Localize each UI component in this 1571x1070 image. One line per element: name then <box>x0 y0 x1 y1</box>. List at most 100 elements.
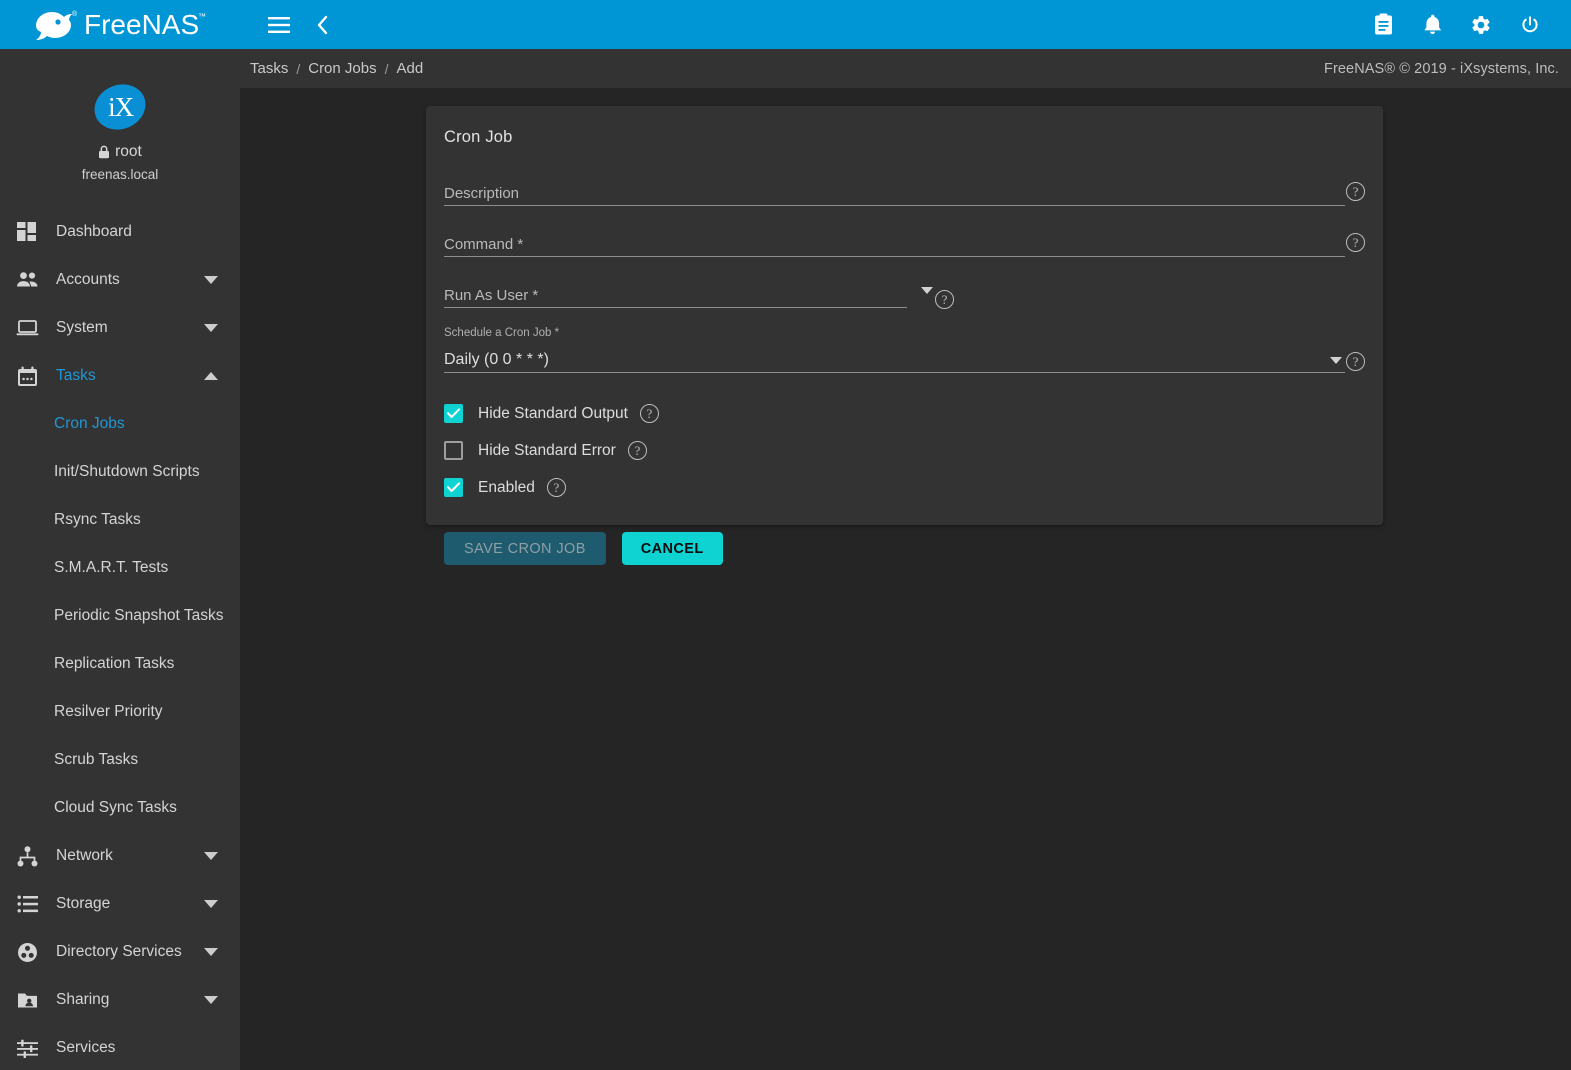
gear-icon[interactable] <box>1466 10 1496 40</box>
sharing-icon <box>14 987 40 1013</box>
field-run-as-user: Run As User * ? <box>444 279 1365 309</box>
sidebar-item-label: Network <box>56 847 113 864</box>
sidebar-subitem-label: Cloud Sync Tasks <box>54 799 177 816</box>
breadcrumb-item-cron-jobs[interactable]: Cron Jobs <box>308 60 376 77</box>
sidebar-subitem-scrub-tasks[interactable]: Scrub Tasks <box>0 736 240 784</box>
description-help-icon[interactable]: ? <box>1346 182 1365 201</box>
cron-job-form-card: Cron Job Description ? Command * ? Run A… <box>426 106 1383 565</box>
description-input[interactable]: Description <box>444 177 1345 206</box>
command-help-icon[interactable]: ? <box>1346 233 1365 252</box>
hide-standard-output-label: Hide Standard Output <box>478 404 628 422</box>
sidebar-item-dashboard[interactable]: Dashboard <box>0 208 240 256</box>
hostname-label: freenas.local <box>81 167 159 182</box>
breadcrumb-separator: / <box>384 60 389 77</box>
sidebar-item-label: Directory Services <box>56 943 182 960</box>
sidebar-item-label: Services <box>56 1039 116 1056</box>
sidebar-item-network[interactable]: Network <box>0 832 240 880</box>
chevron-down-icon[interactable] <box>204 852 218 860</box>
sidebar-item-label: Storage <box>56 895 111 912</box>
network-icon <box>14 843 40 869</box>
hide-standard-output-checkbox[interactable] <box>444 404 463 423</box>
freenas-logo: FreeNAS ™ ® <box>0 0 240 49</box>
save-cron-job-button[interactable]: SAVE CRON JOB <box>444 532 606 565</box>
sidebar-item-label: Dashboard <box>56 223 132 240</box>
enabled-help-icon[interactable]: ? <box>546 478 566 497</box>
sidebar: iX root freenas.local Dashboard Accounts… <box>0 49 240 1070</box>
run-as-user-dropdown-arrow[interactable] <box>921 287 933 294</box>
enabled-label: Enabled <box>478 478 535 496</box>
username-label: root <box>115 143 142 160</box>
sidebar-subitem-rsync-tasks[interactable]: Rsync Tasks <box>0 496 240 544</box>
breadcrumb-item-tasks[interactable]: Tasks <box>250 60 288 77</box>
power-icon[interactable] <box>1515 10 1545 40</box>
sidebar-item-sharing[interactable]: Sharing <box>0 976 240 1024</box>
checkbox-row-enabled: Enabled ? <box>444 469 1365 506</box>
command-label: Command * <box>444 236 524 253</box>
sidebar-subitem-replication-tasks[interactable]: Replication Tasks <box>0 640 240 688</box>
schedule-help-icon[interactable]: ? <box>1346 352 1365 371</box>
sidebar-item-accounts[interactable]: Accounts <box>0 256 240 304</box>
chevron-up-icon[interactable] <box>204 372 218 380</box>
checkbox-group: Hide Standard Output ? Hide Standard Err… <box>444 395 1365 506</box>
schedule-label: Schedule a Cron Job * <box>444 327 560 339</box>
sidebar-subitem-label: Scrub Tasks <box>54 751 139 768</box>
sidebar-item-label: System <box>56 319 108 336</box>
sidebar-subitem-label: Replication Tasks <box>54 655 175 672</box>
hide-standard-output-help-icon[interactable]: ? <box>639 404 659 423</box>
hide-standard-error-help-icon[interactable]: ? <box>627 441 647 460</box>
calendar-icon <box>14 363 40 389</box>
page-title: Cron Job <box>444 128 513 146</box>
breadcrumb-bar: Tasks / Cron Jobs / Add FreeNAS® © 2019 … <box>240 49 1571 88</box>
svg-text:®: ® <box>72 10 78 18</box>
run-as-user-label: Run As User * <box>444 287 539 304</box>
ix-systems-logo: iX <box>87 76 153 138</box>
svg-text:™: ™ <box>198 12 206 21</box>
sidebar-subitem-resilver-priority[interactable]: Resilver Priority <box>0 688 240 736</box>
chevron-down-icon[interactable] <box>204 324 218 332</box>
chevron-left-icon[interactable] <box>308 10 338 40</box>
schedule-select[interactable]: Daily (0 0 * * *) <box>444 344 1345 373</box>
sidebar-subitem-label: S.M.A.R.T. Tests <box>54 559 169 576</box>
sidebar-subitem-cron-jobs[interactable]: Cron Jobs <box>0 400 240 448</box>
hide-standard-error-checkbox[interactable] <box>444 441 463 460</box>
sidebar-subitem-init-shutdown-scripts[interactable]: Init/Shutdown Scripts <box>0 448 240 496</box>
sidebar-item-label: Sharing <box>56 991 110 1008</box>
sidebar-subitem-periodic-snapshot-tasks[interactable]: Periodic Snapshot Tasks <box>0 592 240 640</box>
bell-icon[interactable] <box>1417 10 1447 40</box>
enabled-checkbox[interactable] <box>444 478 463 497</box>
sidebar-subitem-label: Cron Jobs <box>54 415 125 432</box>
directory-icon <box>14 939 40 965</box>
sidebar-item-services[interactable]: Services <box>0 1024 240 1070</box>
ix-logo-text: iX <box>107 91 133 122</box>
run-as-user-help-icon[interactable]: ? <box>935 290 954 309</box>
laptop-icon <box>14 315 40 341</box>
form-actions: SAVE CRON JOB CANCEL <box>444 532 1365 565</box>
sidebar-subitem-cloud-sync-tasks[interactable]: Cloud Sync Tasks <box>0 784 240 832</box>
clipboard-icon[interactable] <box>1368 10 1398 40</box>
hamburger-icon[interactable] <box>264 10 294 40</box>
sidebar-item-directory-services[interactable]: Directory Services <box>0 928 240 976</box>
svg-text:FreeNAS: FreeNAS <box>84 9 199 40</box>
sidebar-item-label: Tasks <box>56 367 96 384</box>
sidebar-item-tasks[interactable]: Tasks <box>0 352 240 400</box>
sidebar-subitem-label: Periodic Snapshot Tasks <box>54 607 224 624</box>
schedule-value: Daily (0 0 * * *) <box>444 351 549 368</box>
chevron-down-icon[interactable] <box>204 276 218 284</box>
run-as-user-select[interactable]: Run As User * <box>444 279 907 308</box>
command-input[interactable]: Command * <box>444 228 1345 257</box>
breadcrumb-item-add[interactable]: Add <box>397 60 424 77</box>
sidebar-subitem-smart-tests[interactable]: S.M.A.R.T. Tests <box>0 544 240 592</box>
chevron-down-icon[interactable] <box>204 900 218 908</box>
sidebar-item-system[interactable]: System <box>0 304 240 352</box>
copyright-text: FreeNAS® © 2019 - iXsystems, Inc. <box>1324 60 1559 77</box>
top-app-bar: FreeNAS ™ ® <box>0 0 1571 49</box>
cancel-button[interactable]: CANCEL <box>621 532 723 565</box>
logged-in-user: root <box>98 143 142 161</box>
chevron-down-icon[interactable] <box>204 948 218 956</box>
field-schedule: Schedule a Cron Job * Daily (0 0 * * *) … <box>444 327 1365 373</box>
sidebar-item-label: Accounts <box>56 271 120 288</box>
sidebar-item-storage[interactable]: Storage <box>0 880 240 928</box>
dashboard-icon <box>14 219 40 245</box>
schedule-dropdown-arrow[interactable] <box>1330 357 1342 364</box>
chevron-down-icon[interactable] <box>204 996 218 1004</box>
